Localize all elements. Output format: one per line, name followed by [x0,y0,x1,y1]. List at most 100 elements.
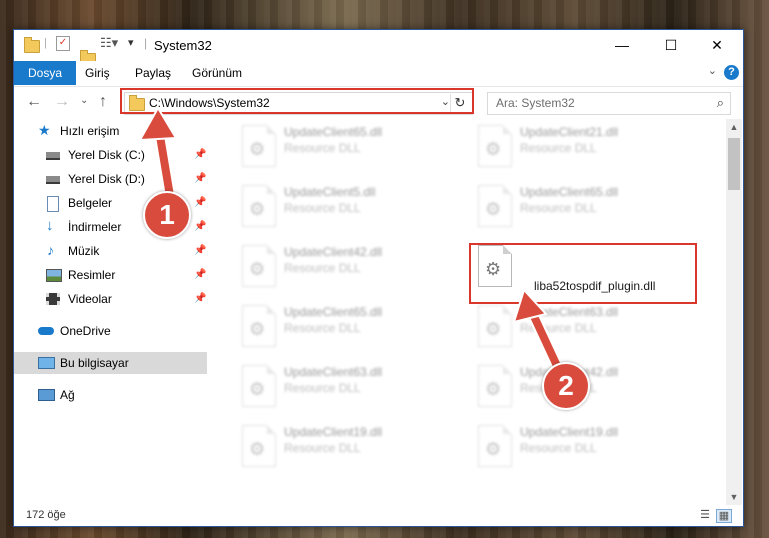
dll-file-icon: ⚙ [242,125,276,167]
customize-toolbar-icon[interactable]: ☷▾ [100,35,118,51]
callout-1: 1 [143,191,191,239]
dll-file-icon: ⚙ [478,125,512,167]
file-item[interactable]: ⚙ UpdateClient65.dll Resource DLL [238,301,468,355]
file-type: Resource DLL [520,141,597,155]
file-highlight [469,243,697,304]
pin-icon[interactable]: 📌 [194,168,206,190]
gear-icon: ⚙ [249,379,266,399]
ribbon-expand-icon[interactable]: ⌄ [708,64,717,77]
file-list: ⚙ UpdateClient65.dll Resource DLL ⚙ Upda… [210,119,726,505]
dll-file-icon: ⚙ [478,365,512,407]
file-type: Resource DLL [520,201,597,215]
pin-icon[interactable]: 📌 [194,144,206,166]
gear-icon: ⚙ [249,199,266,219]
file-type: Resource DLL [284,441,361,455]
cloud-icon [38,327,54,335]
search-placeholder: Ara: System32 [496,96,575,110]
file-name: UpdateClient63.dll [284,365,383,379]
sidebar-item-label: OneDrive [60,324,111,338]
ribbon-tabs: Dosya Giriş Paylaş Görünüm ⌄ ? [14,61,743,85]
navigation-pane: ★ Hızlı erişim Yerel Disk (C:) 📌 Yerel D… [14,119,209,505]
file-name: UpdateClient21.dll [520,125,619,139]
sidebar-item-quick-access[interactable]: ★ Hızlı erişim [14,120,207,142]
address-bar-highlight [120,88,474,114]
gear-icon: ⚙ [485,139,502,159]
sidebar-item-label: Belgeler [68,196,113,210]
recent-locations-icon[interactable]: ⌄ [80,95,88,106]
up-button[interactable]: ↑ [99,93,107,111]
vertical-scrollbar[interactable]: ▲ ▼ [726,119,742,505]
file-name: UpdateClient42.dll [284,245,383,259]
dll-file-icon: ⚙ [478,305,512,347]
file-type: Resource DLL [520,321,597,335]
dll-file-icon: ⚙ [242,245,276,287]
help-icon[interactable]: ? [724,65,739,80]
tab-share[interactable]: Paylaş [125,61,181,85]
file-item[interactable]: ⚙ UpdateClient42.dll Resource DLL [238,241,468,295]
sidebar-item-network[interactable]: Ağ [14,384,207,406]
pin-icon[interactable]: 📌 [194,288,206,310]
file-item[interactable]: ⚙ UpdateClient65.dll Resource DLL [238,121,468,175]
gear-icon: ⚙ [485,439,502,459]
gear-icon: ⚙ [249,439,266,459]
close-button[interactable]: ✕ [694,30,740,60]
scroll-up-icon[interactable]: ▲ [726,119,742,135]
details-view-icon[interactable]: ☰ [698,509,712,521]
forward-button[interactable]: → [54,93,70,111]
tab-file[interactable]: Dosya [14,61,77,85]
tab-view[interactable]: Görünüm [182,61,252,85]
maximize-button[interactable]: ☐ [648,30,694,60]
pin-icon[interactable]: 📌 [194,264,206,286]
file-name: UpdateClient65.dll [284,125,383,139]
file-type: Resource DLL [284,141,361,155]
scroll-down-icon[interactable]: ▼ [726,489,742,505]
sidebar-item-local-disk-d[interactable]: Yerel Disk (D:) 📌 [14,168,207,190]
file-item[interactable]: ⚙ UpdateClient19.dll Resource DLL [474,421,704,475]
sidebar-item-local-disk-c[interactable]: Yerel Disk (C:) 📌 [14,144,207,166]
sidebar-item-label: Müzik [68,244,100,258]
file-name: UpdateClient63.dll [520,305,619,319]
back-button[interactable]: ← [26,93,42,111]
file-type: Resource DLL [284,381,361,395]
pictures-icon [46,269,62,282]
minimize-button[interactable]: — [599,30,645,60]
gear-icon: ⚙ [249,319,266,339]
sidebar-item-music[interactable]: ♪ Müzik 📌 [14,240,207,262]
file-item[interactable]: ⚙ UpdateClient5.dll Resource DLL [238,181,468,235]
pin-icon[interactable]: 📌 [194,192,206,214]
computer-icon [38,357,55,369]
music-icon: ♪ [47,242,54,258]
file-type: Resource DLL [284,261,361,275]
file-type: Resource DLL [284,201,361,215]
file-item[interactable]: ⚙ UpdateClient63.dll Resource DLL [474,301,704,355]
tab-home[interactable]: Giriş [75,61,120,85]
file-item[interactable]: ⚙ UpdateClient63.dll Resource DLL [238,361,468,415]
sidebar-item-label: Yerel Disk (D:) [68,172,145,186]
download-icon: ↓ [46,217,54,234]
dll-file-icon: ⚙ [242,365,276,407]
file-name: UpdateClient19.dll [520,425,619,439]
pin-icon[interactable]: 📌 [194,216,206,238]
pin-icon[interactable]: 📌 [194,240,206,262]
file-name: UpdateClient19.dll [284,425,383,439]
file-item[interactable]: ⚙ UpdateClient65.dll Resource DLL [474,181,704,235]
dll-file-icon: ⚙ [478,185,512,227]
file-name: UpdateClient65.dll [520,185,619,199]
quick-access-dropdown-icon[interactable]: ▾ [128,36,134,52]
sidebar-item-label: İndirmeler [68,220,122,234]
sidebar-item-onedrive[interactable]: OneDrive [14,320,207,342]
dll-file-icon: ⚙ [242,305,276,347]
file-item[interactable]: ⚙ UpdateClient21.dll Resource DLL [474,121,704,175]
properties-icon[interactable]: ✓ [56,36,70,51]
sidebar-item-videos[interactable]: Videolar 📌 [14,288,207,310]
large-icons-view-icon[interactable]: ▦ [716,509,732,523]
sidebar-item-this-pc[interactable]: Bu bilgisayar [14,352,207,374]
title-bar: | ✓ ☷▾ ▾ | System32 — ☐ ✕ [14,30,743,66]
search-icon[interactable]: ⌕ [717,95,724,111]
sidebar-item-pictures[interactable]: Resimler 📌 [14,264,207,286]
file-item[interactable]: ⚙ UpdateClient19.dll Resource DLL [238,421,468,475]
scrollbar-thumb[interactable] [728,138,740,190]
item-count: 172 öğe [26,509,66,521]
search-input[interactable]: Ara: System32 ⌕ [487,92,731,115]
gear-icon: ⚙ [249,259,266,279]
